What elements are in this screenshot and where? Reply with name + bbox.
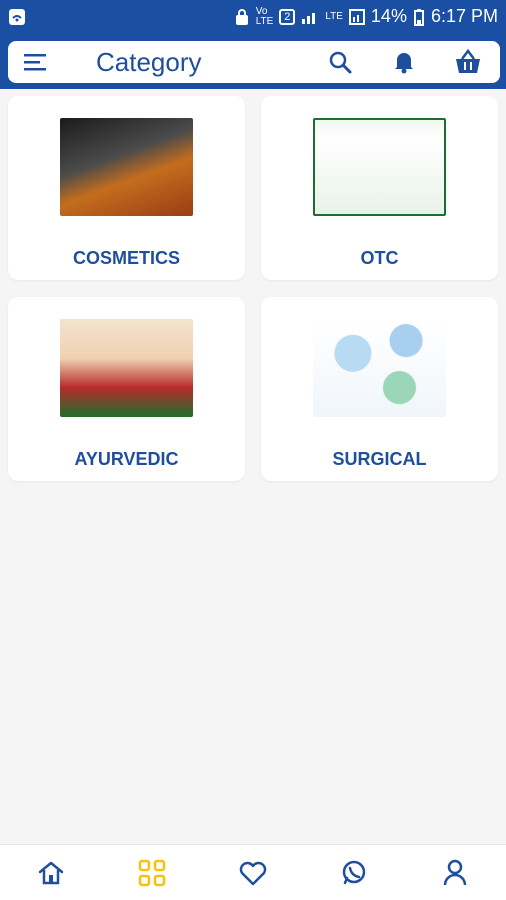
surgical-image	[313, 319, 446, 417]
category-card-surgical[interactable]: SURGICAL	[261, 297, 498, 481]
whatsapp-icon	[342, 860, 366, 884]
user-icon	[444, 859, 467, 885]
page-title: Category	[96, 46, 202, 77]
notifications-button[interactable]	[372, 41, 436, 83]
menu-button[interactable]	[8, 41, 64, 83]
app-bar-container: Category	[0, 33, 506, 89]
wifi-icon	[9, 8, 25, 25]
category-label: SURGICAL	[332, 449, 427, 469]
category-label: COSMETICS	[72, 248, 180, 268]
bell-icon	[395, 53, 413, 74]
nav-wishlist[interactable]	[213, 845, 293, 900]
grid-icon	[138, 859, 166, 886]
nav-profile[interactable]	[415, 845, 495, 900]
search-button[interactable]	[308, 41, 372, 83]
category-card-ayurvedic[interactable]: AYURVEDIC	[8, 297, 245, 481]
cosmetics-image	[60, 118, 193, 216]
otc-image	[313, 118, 446, 216]
category-label: OTC	[360, 248, 399, 268]
lock-icon	[235, 8, 248, 25]
category-label: AYURVEDIC	[74, 449, 179, 469]
basket-icon	[456, 48, 480, 73]
battery-icon	[413, 8, 424, 26]
nav-categories[interactable]	[112, 845, 192, 900]
status-bar: Vo LTE 2 LTE 14% 6:17 PM	[0, 0, 506, 33]
cart-button[interactable]	[436, 41, 500, 83]
ayurvedic-image	[60, 319, 193, 417]
bottom-navigation	[0, 844, 506, 900]
category-card-otc[interactable]: OTC	[261, 96, 498, 280]
menu-icon	[24, 54, 46, 71]
sim-indicator: 2	[279, 8, 296, 25]
signal-box-icon	[348, 8, 365, 25]
signal-icon	[302, 12, 316, 24]
network-indicator: Vo LTE	[255, 5, 274, 27]
clock: 6:17 PM	[430, 6, 498, 26]
nav-whatsapp[interactable]	[314, 845, 394, 900]
app-bar: Category	[8, 41, 500, 83]
search-icon	[329, 51, 352, 74]
category-card-cosmetics[interactable]: COSMETICS	[8, 96, 245, 280]
lte-indicator: LTE	[325, 10, 343, 22]
battery-percent: 14%	[370, 6, 407, 26]
home-icon	[38, 861, 63, 884]
heart-icon	[239, 861, 267, 885]
nav-home[interactable]	[11, 845, 91, 900]
